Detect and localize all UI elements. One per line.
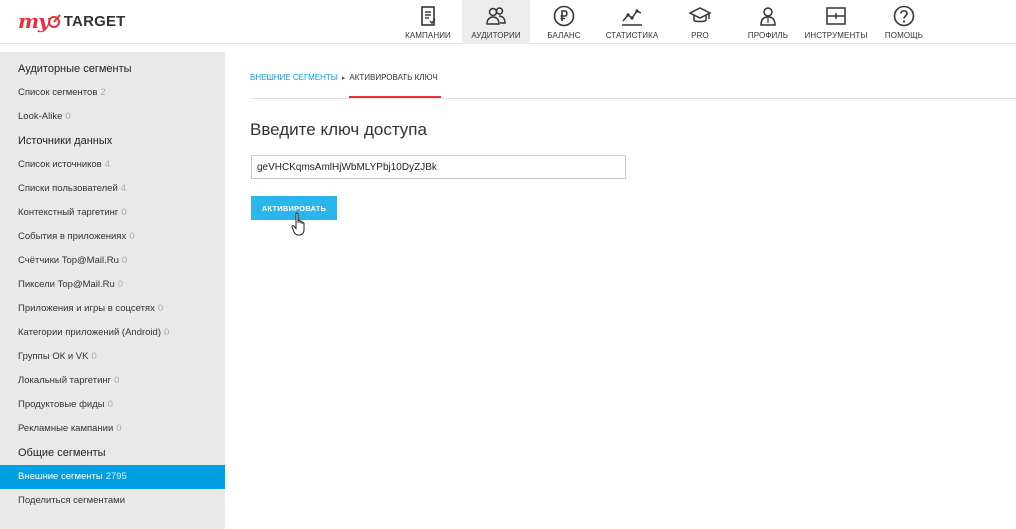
breadcrumb-separator-icon: ▸	[341, 74, 346, 82]
sidebar-item-count: 0	[65, 111, 71, 122]
logo-target-icon	[47, 14, 61, 28]
nav-item-profile[interactable]: ПРОФИЛЬ	[734, 0, 802, 44]
sidebar-item-count: 0	[117, 279, 124, 290]
sidebar-item-count: 0	[114, 375, 120, 386]
sidebar-item[interactable]: Пиксели Top@Mail.Ru 0	[0, 273, 225, 297]
header-divider	[250, 98, 1016, 99]
sidebar-section-heading: Общие сегменты	[18, 447, 106, 459]
main-nav: КАМПАНИИ АУДИТОРИИ БАЛАНС СТАТИСТИКА PRO ПРОФ…	[394, 0, 938, 44]
sidebar-section-heading: Источники данных	[18, 135, 113, 147]
nav-item-graduation-cap[interactable]: PRO	[666, 0, 734, 44]
profile-icon	[760, 7, 776, 26]
sidebar-item[interactable]: Внешние сегменты 2795	[0, 465, 225, 489]
sidebar-item-label: Категории приложений (Android)	[18, 327, 161, 338]
nav-item-chart-line[interactable]: СТАТИСТИКА	[598, 0, 666, 44]
nav-item-label: КАМПАНИИ	[405, 31, 451, 40]
sidebar-item-count: 0	[121, 255, 128, 266]
sidebar-item-label: Список источников	[18, 159, 102, 170]
help-icon	[893, 5, 915, 27]
nav-item-label: ПРОФИЛЬ	[747, 31, 789, 40]
main-content: ВНЕШНИЕ СЕГМЕНТЫ ▸ АКТИВИРОВАТЬ КЛЮЧ Вве…	[225, 52, 1016, 529]
sidebar-item[interactable]: Контекстный таргетинг 0	[0, 201, 225, 225]
nav-item-tools[interactable]: ИНСТРУМЕНТЫ	[802, 0, 870, 44]
sidebar-item-count: 0	[107, 399, 113, 410]
sidebar-item-label: Список сегментов	[18, 87, 98, 98]
sidebar-item-label: Пиксели Top@Mail.Ru	[18, 279, 115, 290]
sidebar-item-label: Списки пользователей	[18, 183, 118, 194]
sidebar-item-count: 0	[116, 423, 122, 434]
sidebar-item[interactable]: Список источников 4	[0, 153, 225, 177]
sidebar-item[interactable]: Счётчики Top@Mail.Ru 0	[0, 249, 225, 273]
sidebar-item[interactable]: События в приложениях 0	[0, 225, 225, 249]
nav-item-ruble[interactable]: БАЛАНС	[530, 0, 598, 44]
sidebar-item[interactable]: Список сегментов 2	[0, 81, 225, 105]
nav-item-label: БАЛАНС	[547, 31, 581, 40]
nav-item-help[interactable]: ПОМОЩЬ	[870, 0, 938, 44]
sidebar-item-label: Счётчики Top@Mail.Ru	[18, 255, 119, 266]
sidebar-item[interactable]: Категории приложений (Android) 0	[0, 321, 225, 345]
sidebar-item-count: 0	[121, 207, 127, 218]
sidebar-item-count: 0	[91, 351, 97, 362]
sidebar-item-label: Локальный таргетинг	[18, 375, 112, 386]
sidebar-item-label: События в приложениях	[18, 231, 127, 242]
sidebar-item[interactable]: Продуктовые фиды 0	[0, 393, 225, 417]
chart-line-icon	[622, 9, 642, 26]
sidebar-item[interactable]: Look-Alike 0	[0, 105, 225, 129]
document-icon	[421, 6, 436, 26]
breadcrumb-external-segments[interactable]: ВНЕШНИЕ СЕГМЕНТЫ	[250, 73, 338, 82]
sidebar-section-heading: Аудиторные сегменты	[18, 63, 132, 75]
hand-cursor-icon	[291, 212, 305, 236]
logo-my-text: my	[18, 9, 50, 33]
sidebar-item-count: 0	[129, 231, 135, 242]
sidebar-item[interactable]: Приложения и игры в соцсетях 0	[0, 297, 225, 321]
sidebar-item-count: 0	[157, 303, 164, 314]
nav-item-label: АУДИТОРИИ	[471, 31, 521, 40]
tools-icon	[826, 7, 846, 25]
sidebar-item[interactable]: Локальный таргетинг 0	[0, 369, 225, 393]
sidebar-item-label: Контекстный таргетинг	[18, 207, 119, 218]
logo-target-text: TARGET	[63, 12, 126, 30]
sidebar-item-label: Рекламные кампании	[18, 423, 114, 434]
top-bar: my TARGET КАМПАНИИ АУДИТОРИИ БАЛАНС СТАТИСТ…	[0, 0, 1016, 44]
nav-item-users[interactable]: АУДИТОРИИ	[462, 0, 530, 44]
sidebar: Аудиторные сегменты Список сегментов 2 Look…	[0, 52, 225, 529]
sidebar-item[interactable]: Рекламные кампании 0	[0, 417, 225, 441]
sidebar-item-label: Поделиться сегментами	[18, 495, 126, 506]
sidebar-item-label: Внешние сегменты	[18, 471, 103, 482]
mytarget-logo[interactable]: my TARGET	[18, 8, 126, 34]
sidebar-item-count: 2	[100, 87, 106, 98]
sidebar-item-count: 4	[104, 159, 111, 170]
sidebar-item[interactable]: Группы ОК и VK 0	[0, 345, 225, 369]
breadcrumb: ВНЕШНИЕ СЕГМЕНТЫ ▸ АКТИВИРОВАТЬ КЛЮЧ	[250, 73, 438, 82]
nav-item-label: PRO	[691, 31, 709, 40]
graduation-cap-icon	[688, 7, 712, 23]
sidebar-item[interactable]: Списки пользователей 4	[0, 177, 225, 201]
sidebar-item-label: Приложения и игры в соцсетях	[18, 303, 155, 314]
breadcrumb-current: АКТИВИРОВАТЬ КЛЮЧ	[349, 73, 438, 82]
nav-item-document[interactable]: КАМПАНИИ	[394, 0, 462, 44]
nav-item-label: СТАТИСТИКА	[605, 31, 659, 40]
sidebar-item[interactable]: Поделиться сегментами	[0, 489, 225, 513]
users-icon	[486, 7, 506, 25]
page-title: Введите ключ доступа	[250, 120, 427, 139]
ruble-icon	[553, 5, 575, 27]
access-key-input[interactable]	[251, 155, 626, 179]
sidebar-item-label: Look-Alike	[18, 111, 63, 122]
sidebar-item-count: 4	[120, 183, 127, 194]
sidebar-item-label: Продуктовые фиды	[18, 399, 105, 410]
sidebar-item-count: 0	[163, 327, 170, 338]
sidebar-item-label: Группы ОК и VK	[18, 351, 89, 362]
nav-item-label: ИНСТРУМЕНТЫ	[804, 31, 868, 40]
nav-item-label: ПОМОЩЬ	[884, 31, 924, 40]
sidebar-item-count: 2795	[105, 471, 127, 482]
